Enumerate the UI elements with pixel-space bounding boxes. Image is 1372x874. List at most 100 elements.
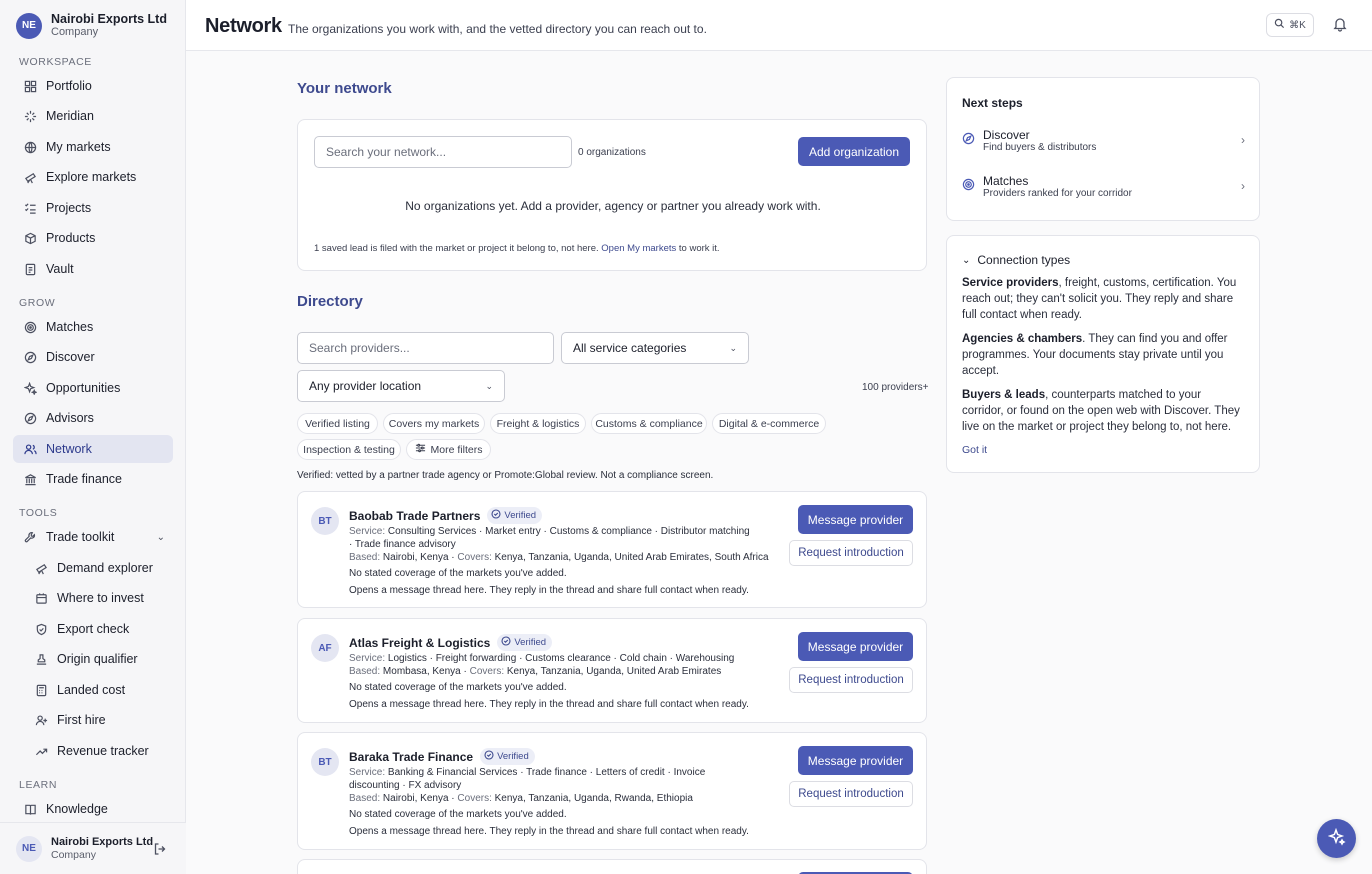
checklist-icon	[23, 201, 37, 215]
account-type: Company	[51, 849, 96, 861]
account-name: Nairobi Exports Ltd	[51, 836, 154, 848]
bank-icon	[23, 472, 37, 486]
command-search-button[interactable]: ⌘K	[1266, 13, 1314, 37]
users-icon	[23, 442, 37, 456]
provider-location: Based: Mombasa, Kenya · Covers: Kenya, T…	[349, 666, 722, 677]
message-provider-button[interactable]: Message provider	[798, 505, 913, 534]
provider-search-input[interactable]: Search providers...	[297, 332, 554, 364]
nav-my-markets[interactable]: My markets	[13, 133, 173, 161]
check-badge-icon	[484, 750, 494, 763]
saved-lead-note: 1 saved lead is filed with the market or…	[314, 243, 720, 254]
provider-service: Service: Banking & Financial Services · …	[349, 766, 754, 792]
network-search-input[interactable]: Search your network...	[314, 136, 572, 168]
chip-digital-ecommerce[interactable]: Digital & e-commerce	[712, 413, 826, 434]
nav-knowledge[interactable]: Knowledge	[13, 795, 173, 823]
provider-name-row: Baraka Trade Finance Verified	[349, 748, 535, 765]
stamp-icon	[34, 652, 48, 666]
telescope-icon	[34, 561, 48, 575]
assistant-button[interactable]	[1317, 819, 1356, 858]
request-introduction-button[interactable]: Request introduction	[789, 667, 913, 693]
chip-freight-logistics[interactable]: Freight & logistics	[490, 413, 586, 434]
connection-types-toggle[interactable]: ⌄ Connection types	[962, 253, 1070, 267]
chip-customs-compliance[interactable]: Customs & compliance	[591, 413, 707, 434]
nav-export-check[interactable]: Export check	[24, 615, 174, 643]
nav-projects[interactable]: Projects	[13, 194, 173, 222]
nav-matches[interactable]: Matches	[13, 313, 173, 341]
thread-note: Opens a message thread here. They reply …	[349, 826, 749, 837]
provider-name[interactable]: Baobab Trade Partners	[349, 509, 480, 523]
category-select[interactable]: All service categories ⌄	[561, 332, 749, 364]
telescope-icon	[23, 170, 37, 184]
logout-icon[interactable]	[153, 842, 167, 859]
provider-avatar: AF	[311, 634, 339, 662]
nav-label: Meridian	[46, 109, 94, 123]
bell-icon[interactable]	[1332, 16, 1348, 35]
nav-revenue-tracker[interactable]: Revenue tracker	[24, 737, 174, 765]
chip-verified-listing[interactable]: Verified listing	[297, 413, 378, 434]
empty-state: No organizations yet. Add a provider, ag…	[405, 199, 821, 213]
message-provider-button[interactable]: Message provider	[798, 632, 913, 661]
connection-type-providers: Service providers, freight, customs, cer…	[962, 275, 1245, 323]
sparkle-icon	[1327, 827, 1346, 849]
nav-explore-markets[interactable]: Explore markets	[13, 163, 173, 191]
next-step-matches[interactable]: Matches Providers ranked for your corrido…	[962, 166, 1245, 206]
box-icon	[23, 231, 37, 245]
nav-advisors[interactable]: Advisors	[13, 404, 173, 432]
nav-label: Trade toolkit	[46, 530, 115, 544]
page-subtitle: The organizations you work with, and the…	[288, 22, 707, 36]
verified-label: Verified	[514, 637, 547, 648]
message-provider-button[interactable]: Message provider	[798, 746, 913, 775]
nav-origin-qualifier[interactable]: Origin qualifier	[24, 645, 174, 673]
nav-where-to-invest[interactable]: Where to invest	[24, 584, 174, 612]
top-bar: Network The organizations you work with,…	[186, 0, 1372, 51]
provider-name[interactable]: Baraka Trade Finance	[349, 750, 473, 764]
open-my-markets-link[interactable]: Open My markets	[601, 243, 676, 254]
note-text: 1 saved lead is filed with the market or…	[314, 243, 599, 254]
nav-portfolio[interactable]: Portfolio	[13, 72, 173, 100]
agencies-term: Agencies & chambers	[962, 333, 1083, 345]
shield-check-icon	[34, 622, 48, 636]
nav-label: Knowledge	[46, 802, 108, 816]
based-value: Nairobi, Kenya	[382, 793, 449, 804]
chip-covers-my-markets[interactable]: Covers my markets	[383, 413, 485, 434]
verified-badge: Verified	[497, 634, 553, 651]
nav-demand-explorer[interactable]: Demand explorer	[24, 554, 174, 582]
section-tools: TOOLS	[19, 507, 58, 519]
nav-meridian[interactable]: Meridian	[13, 102, 173, 130]
provider-name[interactable]: Atlas Freight & Logistics	[349, 636, 490, 650]
nav-discover[interactable]: Discover	[13, 343, 173, 371]
nav-trade-finance[interactable]: Trade finance	[13, 465, 173, 493]
nav-trade-toolkit[interactable]: Trade toolkit ⌄	[13, 523, 173, 551]
add-organization-button[interactable]: Add organization	[798, 137, 910, 166]
account-avatar[interactable]: NE	[16, 835, 42, 862]
compass-icon	[23, 350, 37, 364]
nav-vault[interactable]: Vault	[13, 255, 173, 283]
thread-note: Opens a message thread here. They reply …	[349, 699, 749, 710]
trend-up-icon	[34, 744, 48, 758]
nav-landed-cost[interactable]: Landed cost	[24, 676, 174, 704]
provider-avatar: BT	[311, 507, 339, 535]
nav-network[interactable]: Network	[13, 435, 173, 463]
nav-first-hire[interactable]: First hire	[24, 706, 174, 734]
location-select[interactable]: Any provider location ⌄	[297, 370, 505, 402]
chip-inspection-testing[interactable]: Inspection & testing	[297, 439, 401, 460]
nav-label: Discover	[46, 350, 95, 364]
nav-opportunities[interactable]: Opportunities	[13, 374, 173, 402]
request-introduction-button[interactable]: Request introduction	[789, 781, 913, 807]
request-introduction-button[interactable]: Request introduction	[789, 540, 913, 566]
next-step-sub: Providers ranked for your corridor	[983, 187, 1132, 199]
nav-label: My markets	[46, 140, 111, 154]
org-switcher[interactable]: NE Nairobi Exports Ltd Company	[16, 12, 167, 39]
check-badge-icon	[491, 509, 501, 522]
next-step-discover[interactable]: Discover Find buyers & distributors ›	[962, 120, 1245, 160]
next-step-sub: Find buyers & distributors	[983, 141, 1097, 153]
connection-types-title: Connection types	[977, 253, 1071, 267]
service-value: Consulting Services · Market entry · Cus…	[349, 526, 750, 550]
nav-products[interactable]: Products	[13, 224, 173, 252]
org-count: 0 organizations	[578, 147, 646, 158]
directory-title: Directory	[297, 293, 363, 310]
user-plus-icon	[34, 713, 48, 727]
provider-card: AF Atlas Freight & Logistics Verified Ser…	[297, 618, 927, 723]
more-filters-button[interactable]: More filters	[406, 439, 491, 460]
got-it-link[interactable]: Got it	[962, 444, 987, 456]
